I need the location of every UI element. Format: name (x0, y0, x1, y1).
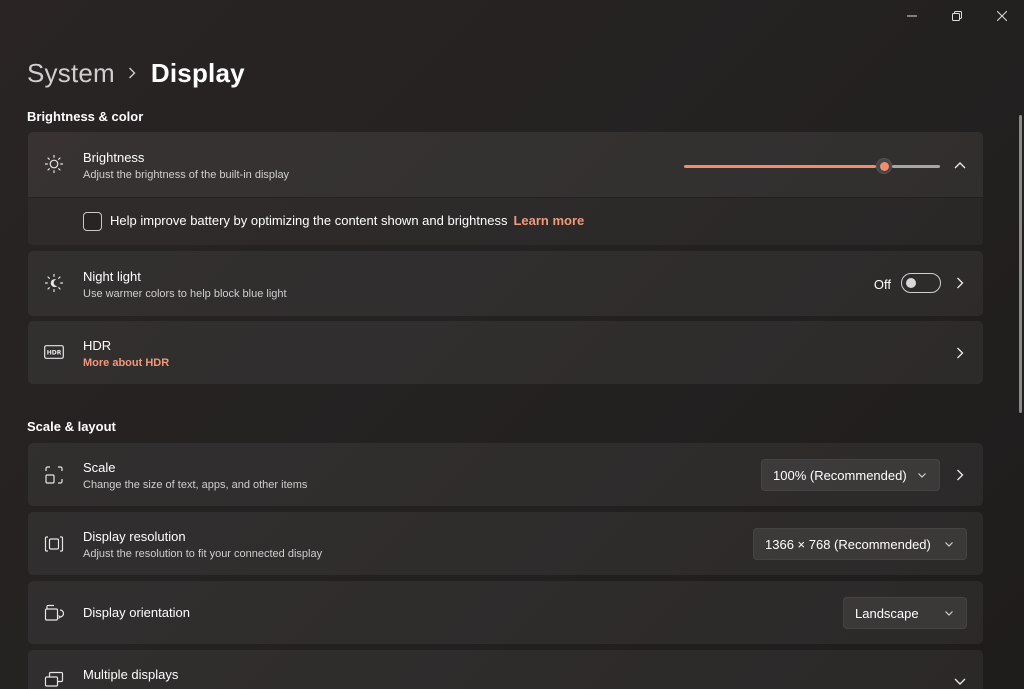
svg-text:HDR: HDR (47, 350, 62, 357)
brightness-title: Brightness (83, 150, 145, 165)
minimize-icon (906, 15, 917, 17)
section-title-brightness-color: Brightness & color (27, 109, 144, 124)
brightness-card: Brightness Adjust the brightness of the … (28, 132, 983, 197)
slider-thumb[interactable] (876, 158, 892, 174)
night-light-subtitle: Use warmer colors to help block blue lig… (83, 288, 287, 300)
night-light-title: Night light (83, 269, 141, 284)
battery-optimization-row: Help improve battery by optimizing the c… (28, 198, 983, 245)
multiple-displays-title: Multiple displays (83, 667, 179, 682)
page-title: Display (150, 57, 245, 88)
scrollbar[interactable] (1019, 115, 1022, 413)
display-resolution-title: Display resolution (83, 529, 186, 544)
learn-more-link[interactable]: Learn more (513, 213, 584, 228)
chevron-down-icon (918, 473, 926, 478)
close-icon (996, 11, 1007, 21)
chevron-down-icon[interactable] (954, 676, 966, 688)
night-light-card[interactable]: Night light Use warmer colors to help bl… (28, 251, 983, 316)
chevron-right-icon[interactable] (954, 277, 966, 289)
breadcrumb: System Display (27, 54, 245, 92)
display-resolution-dropdown[interactable]: 1366 × 768 (Recommended) (753, 528, 967, 560)
night-light-icon (44, 273, 64, 293)
display-orientation-card: Display orientation Landscape (28, 581, 983, 644)
scale-dropdown-value: 100% (Recommended) (773, 467, 907, 483)
multiple-displays-icon (44, 671, 64, 689)
toggle-knob (906, 278, 916, 288)
brightness-subtitle: Adjust the brightness of the built-in di… (83, 169, 290, 181)
section-title-scale-layout: Scale & layout (27, 419, 116, 434)
hdr-card[interactable]: HDR HDR More about HDR (28, 321, 983, 384)
night-light-state-label: Off (873, 277, 891, 292)
more-about-hdr-link[interactable]: More about HDR (83, 355, 169, 371)
chevron-right-icon (128, 67, 136, 79)
close-button[interactable] (979, 0, 1024, 32)
minimize-button[interactable] (889, 0, 934, 32)
restore-button[interactable] (934, 0, 979, 32)
display-orientation-dropdown[interactable]: Landscape (843, 597, 967, 629)
scale-icon (44, 465, 64, 485)
multiple-displays-card[interactable]: Multiple displays (28, 650, 983, 689)
battery-optimization-label: Help improve battery by optimizing the c… (110, 213, 508, 228)
hdr-icon: HDR (44, 342, 64, 362)
chevron-down-icon (945, 542, 953, 547)
display-resolution-card: Display resolution Adjust the resolution… (28, 512, 983, 575)
brightness-icon (44, 154, 64, 174)
night-light-toggle[interactable] (901, 273, 941, 293)
display-orientation-dropdown-value: Landscape (855, 605, 919, 621)
display-resolution-dropdown-value: 1366 × 768 (Recommended) (765, 536, 931, 552)
scale-dropdown[interactable]: 100% (Recommended) (761, 459, 940, 491)
scale-title: Scale (83, 460, 116, 475)
chevron-up-icon[interactable] (954, 159, 966, 171)
display-resolution-subtitle: Adjust the resolution to fit your connec… (83, 548, 323, 560)
window-controls (889, 0, 1024, 32)
chevron-right-icon[interactable] (954, 469, 966, 481)
brightness-slider[interactable] (684, 158, 940, 174)
display-orientation-title: Display orientation (83, 605, 190, 620)
slider-track-rest (892, 165, 940, 168)
resolution-icon (44, 534, 64, 554)
breadcrumb-system[interactable]: System (27, 58, 115, 89)
slider-track-fill (684, 165, 876, 168)
orientation-icon (44, 603, 64, 623)
battery-optimization-checkbox[interactable] (83, 212, 102, 231)
scale-subtitle: Change the size of text, apps, and other… (83, 479, 308, 491)
scale-card[interactable]: Scale Change the size of text, apps, and… (28, 443, 983, 506)
chevron-down-icon (945, 611, 953, 616)
hdr-title: HDR (83, 338, 112, 353)
chevron-right-icon[interactable] (954, 347, 966, 359)
restore-icon (951, 11, 962, 21)
